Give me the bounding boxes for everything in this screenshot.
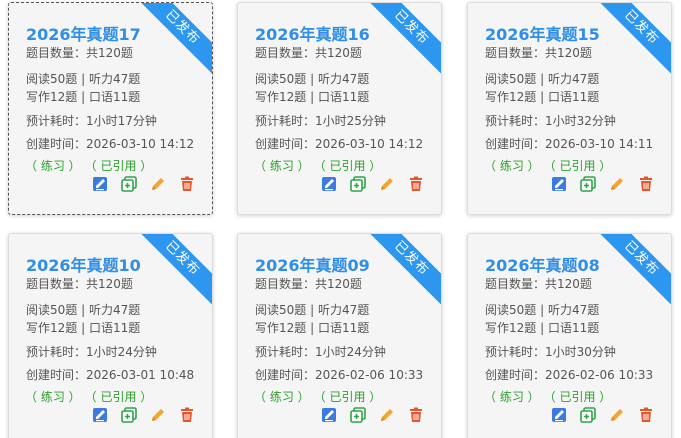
card-tags: （ 练习 ） （ 已引用 ） [25, 388, 152, 405]
publish-icon[interactable] [91, 406, 109, 424]
status-ribbon: 已发布 [360, 3, 441, 79]
section-counts-writing-speaking: 写作12题 | 口语11题 [485, 321, 600, 335]
exam-card[interactable]: 已发布 2026年真题16 题目数量：共120题 阅读50题 | 听力47题 写… [237, 2, 442, 215]
card-actions [539, 175, 655, 193]
exam-card[interactable]: 已发布 2026年真题09 题目数量：共120题 阅读50题 | 听力47题 写… [237, 233, 442, 438]
delete-icon[interactable] [407, 175, 425, 193]
card-title[interactable]: 2026年真题16 [255, 21, 370, 45]
referenced-tag: （ 已引用 ） [90, 159, 153, 173]
practice-tag: （ 练习 ） [484, 159, 540, 173]
referenced-tag: （ 已引用 ） [90, 390, 153, 404]
card-title[interactable]: 2026年真题17 [26, 21, 141, 45]
section-counts-writing-speaking: 写作12题 | 口语11题 [255, 90, 370, 104]
created-time: 创建时间：2026-02-06 10:33 [255, 368, 424, 382]
card-tags: （ 练习 ） （ 已引用 ） [484, 388, 611, 405]
edit-icon[interactable] [378, 175, 396, 193]
delete-icon[interactable] [407, 406, 425, 424]
publish-icon[interactable] [320, 406, 338, 424]
practice-tag: （ 练习 ） [25, 390, 81, 404]
edit-icon[interactable] [149, 406, 167, 424]
edit-icon[interactable] [149, 175, 167, 193]
status-ribbon: 已发布 [131, 3, 212, 79]
estimated-duration: 预计耗时：1小时24分钟 [255, 345, 386, 359]
referenced-tag: （ 已引用 ） [319, 390, 382, 404]
practice-tag: （ 练习 ） [25, 159, 81, 173]
section-counts-writing-speaking: 写作12题 | 口语11题 [485, 90, 600, 104]
publish-icon[interactable] [91, 175, 109, 193]
publish-icon[interactable] [550, 406, 568, 424]
card-tags: （ 练习 ） （ 已引用 ） [484, 157, 611, 174]
created-time: 创建时间：2026-02-06 10:33 [485, 368, 654, 382]
practice-tag: （ 练习 ） [484, 390, 540, 404]
delete-icon[interactable] [178, 175, 196, 193]
edit-icon[interactable] [378, 406, 396, 424]
status-ribbon: 已发布 [590, 234, 671, 310]
created-time: 创建时间：2026-03-01 10:48 [26, 368, 195, 382]
card-actions [80, 406, 196, 424]
copy-icon[interactable] [349, 175, 367, 193]
card-tags: （ 练习 ） （ 已引用 ） [254, 157, 381, 174]
exam-card[interactable]: 已发布 2026年真题08 题目数量：共120题 阅读50题 | 听力47题 写… [467, 233, 672, 438]
status-ribbon: 已发布 [360, 234, 441, 310]
section-counts-reading-listening: 阅读50题 | 听力47题 [255, 303, 370, 317]
referenced-tag: （ 已引用 ） [549, 159, 612, 173]
copy-icon[interactable] [120, 175, 138, 193]
estimated-duration: 预计耗时：1小时24分钟 [26, 345, 157, 359]
card-actions [80, 175, 196, 193]
created-time: 创建时间：2026-03-10 14:12 [255, 137, 424, 151]
created-time: 创建时间：2026-03-10 14:12 [26, 137, 195, 151]
referenced-tag: （ 已引用 ） [319, 159, 382, 173]
question-count: 题目数量：共120题 [485, 277, 592, 291]
edit-icon[interactable] [608, 406, 626, 424]
card-actions [309, 406, 425, 424]
card-title[interactable]: 2026年真题15 [485, 21, 600, 45]
delete-icon[interactable] [637, 175, 655, 193]
edit-icon[interactable] [608, 175, 626, 193]
section-counts-writing-speaking: 写作12题 | 口语11题 [26, 90, 141, 104]
card-actions [539, 406, 655, 424]
status-ribbon: 已发布 [131, 234, 212, 310]
section-counts-writing-speaking: 写作12题 | 口语11题 [255, 321, 370, 335]
question-count: 题目数量：共120题 [26, 46, 133, 60]
copy-icon[interactable] [579, 406, 597, 424]
card-title[interactable]: 2026年真题10 [26, 252, 141, 276]
exam-card[interactable]: 已发布 2026年真题17 题目数量：共120题 阅读50题 | 听力47题 写… [8, 2, 213, 215]
practice-tag: （ 练习 ） [254, 390, 310, 404]
estimated-duration: 预计耗时：1小时25分钟 [255, 114, 386, 128]
publish-icon[interactable] [320, 175, 338, 193]
copy-icon[interactable] [579, 175, 597, 193]
card-tags: （ 练习 ） （ 已引用 ） [25, 157, 152, 174]
section-counts-reading-listening: 阅读50题 | 听力47题 [485, 303, 600, 317]
estimated-duration: 预计耗时：1小时17分钟 [26, 114, 157, 128]
section-counts-reading-listening: 阅读50题 | 听力47题 [485, 72, 600, 86]
exam-card[interactable]: 已发布 2026年真题10 题目数量：共120题 阅读50题 | 听力47题 写… [8, 233, 213, 438]
section-counts-reading-listening: 阅读50题 | 听力47题 [255, 72, 370, 86]
section-counts-writing-speaking: 写作12题 | 口语11题 [26, 321, 141, 335]
created-time: 创建时间：2026-03-10 14:11 [485, 137, 654, 151]
card-actions [309, 175, 425, 193]
referenced-tag: （ 已引用 ） [549, 390, 612, 404]
copy-icon[interactable] [120, 406, 138, 424]
copy-icon[interactable] [349, 406, 367, 424]
estimated-duration: 预计耗时：1小时30分钟 [485, 345, 616, 359]
delete-icon[interactable] [637, 406, 655, 424]
exam-card[interactable]: 已发布 2026年真题15 题目数量：共120题 阅读50题 | 听力47题 写… [467, 2, 672, 215]
section-counts-reading-listening: 阅读50题 | 听力47题 [26, 72, 141, 86]
exam-card-grid: 已发布 2026年真题17 题目数量：共120题 阅读50题 | 听力47题 写… [0, 0, 681, 438]
delete-icon[interactable] [178, 406, 196, 424]
question-count: 题目数量：共120题 [255, 46, 362, 60]
card-tags: （ 练习 ） （ 已引用 ） [254, 388, 381, 405]
section-counts-reading-listening: 阅读50题 | 听力47题 [26, 303, 141, 317]
card-title[interactable]: 2026年真题08 [485, 252, 600, 276]
question-count: 题目数量：共120题 [26, 277, 133, 291]
question-count: 题目数量：共120题 [485, 46, 592, 60]
status-ribbon: 已发布 [590, 3, 671, 79]
publish-icon[interactable] [550, 175, 568, 193]
estimated-duration: 预计耗时：1小时32分钟 [485, 114, 616, 128]
practice-tag: （ 练习 ） [254, 159, 310, 173]
card-title[interactable]: 2026年真题09 [255, 252, 370, 276]
question-count: 题目数量：共120题 [255, 277, 362, 291]
